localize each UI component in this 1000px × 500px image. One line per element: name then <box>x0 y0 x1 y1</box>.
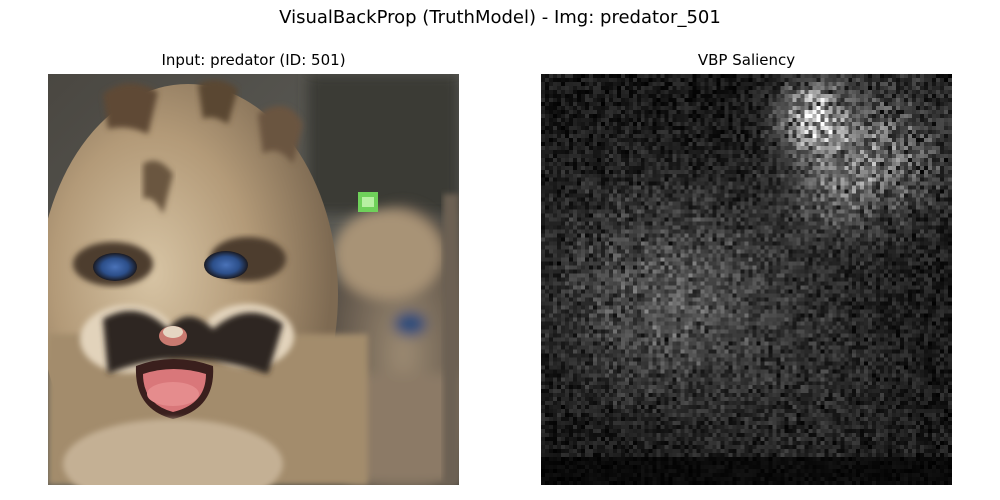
right-eye <box>204 251 248 279</box>
figure-suptitle: VisualBackProp (TruthModel) - Img: preda… <box>279 7 721 28</box>
saliency-map <box>541 74 952 485</box>
input-panel-title: Input: predator (ID: 501) <box>161 51 346 69</box>
cougar-cub-photo <box>48 74 459 485</box>
input-image <box>48 74 459 485</box>
saliency-panel-title: VBP Saliency <box>697 51 796 69</box>
left-eye <box>93 253 137 281</box>
grayscale-saliency-map <box>541 74 952 485</box>
